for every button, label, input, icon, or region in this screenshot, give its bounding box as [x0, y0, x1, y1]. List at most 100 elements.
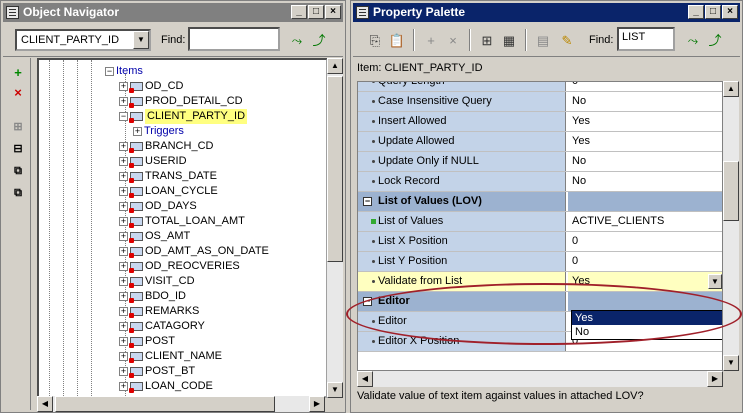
scroll-thumb[interactable]	[327, 76, 343, 262]
property-value[interactable]: 0	[568, 232, 722, 251]
expand-node-icon[interactable]: +	[119, 262, 128, 271]
property-value[interactable]: Yes	[568, 112, 722, 131]
tree-node-item[interactable]: + BRANCH_CD	[119, 139, 213, 154]
tree-node-items[interactable]: − Items	[105, 64, 143, 79]
tree-node-item[interactable]: + CLIENT_NAME	[119, 349, 222, 364]
search-backward-icon[interactable]: ⤴	[705, 31, 725, 51]
expand-node-icon[interactable]: +	[119, 187, 128, 196]
validate-dropdown-list[interactable]: Yes No	[571, 310, 722, 340]
property-row[interactable]: Validate from List Yes ▼	[358, 272, 722, 292]
tree-node-item[interactable]: + USERID	[119, 154, 187, 169]
property-row[interactable]: List Y Position 0	[358, 252, 722, 272]
expand-node-icon[interactable]: +	[119, 352, 128, 361]
create-icon[interactable]: +	[9, 64, 27, 82]
palette-vertical-scrollbar[interactable]: ▲ ▼	[723, 81, 739, 371]
scroll-up-icon[interactable]: ▲	[327, 58, 343, 74]
expand-node-icon[interactable]: +	[119, 367, 128, 376]
tree-node-item[interactable]: + POST_BT	[119, 364, 195, 379]
expand-node-icon[interactable]: +	[119, 337, 128, 346]
expand-node-icon[interactable]: +	[119, 277, 128, 286]
navigator-horizontal-scrollbar[interactable]: ◀ ▶	[37, 396, 325, 412]
paste-properties-icon[interactable]: 📋	[387, 31, 407, 51]
collapse-all-icon[interactable]: ⧉	[9, 184, 27, 202]
property-value[interactable]: Yes	[568, 132, 722, 151]
collapse-node-icon[interactable]: −	[119, 112, 128, 121]
collapse-category-icon[interactable]: −	[363, 297, 372, 306]
property-row[interactable]: Lock Record No	[358, 172, 722, 192]
expand-icon[interactable]: ⊞	[9, 118, 27, 136]
property-row[interactable]: Case Insensitive Query No	[358, 92, 722, 112]
scroll-down-icon[interactable]: ▼	[723, 355, 739, 371]
tree-node-item[interactable]: + TOTAL_LOAN_AMT	[119, 214, 245, 229]
palette-find-input[interactable]: LIST	[617, 27, 675, 51]
property-value[interactable]: No	[568, 152, 722, 171]
collapse-icon[interactable]: ⊟	[9, 140, 27, 158]
tree-node-item[interactable]: + PROD_DETAIL_CD	[119, 94, 243, 109]
close-button[interactable]: ×	[722, 5, 738, 19]
property-value[interactable]: No	[568, 92, 722, 111]
expand-node-icon[interactable]: +	[119, 157, 128, 166]
chevron-down-icon[interactable]: ▼	[708, 274, 722, 289]
tree-node-item[interactable]: − CLIENT_PARTY_ID	[119, 109, 248, 124]
search-forward-icon[interactable]: ⤳	[287, 31, 307, 51]
expand-node-icon[interactable]: +	[119, 307, 128, 316]
expand-node-icon[interactable]: +	[119, 217, 128, 226]
expand-node-icon[interactable]: +	[119, 172, 128, 181]
expand-all-icon[interactable]: ⧉	[9, 162, 27, 180]
palette-horizontal-scrollbar[interactable]: ◀ ▶	[357, 371, 723, 387]
close-button[interactable]: ×	[325, 5, 341, 19]
minimize-button[interactable]: _	[291, 5, 307, 19]
property-row[interactable]: Update Allowed Yes	[358, 132, 722, 152]
tree-node-item[interactable]: + CATAGORY	[119, 319, 205, 334]
search-backward-icon[interactable]: ⤴	[309, 31, 329, 51]
property-row[interactable]: Insert Allowed Yes	[358, 112, 722, 132]
hscroll-thumb[interactable]	[55, 396, 275, 412]
property-value[interactable]	[568, 292, 722, 311]
navigator-find-input[interactable]	[188, 27, 280, 51]
expand-node-icon[interactable]: +	[119, 322, 128, 331]
expand-node-icon[interactable]: +	[119, 247, 128, 256]
maximize-button[interactable]: □	[705, 5, 721, 19]
tree-node-item[interactable]: + OD_CD	[119, 79, 184, 94]
delete-icon[interactable]: ×	[9, 84, 27, 102]
property-value[interactable]: No	[568, 172, 722, 191]
collapse-category-icon[interactable]: −	[363, 197, 372, 206]
object-combo[interactable]: CLIENT_PARTY_ID ▼	[15, 29, 151, 51]
scroll-thumb[interactable]	[723, 161, 739, 221]
property-value[interactable]: 0	[568, 252, 722, 271]
collapse-node-icon[interactable]: −	[105, 67, 114, 76]
property-category[interactable]: − Editor	[358, 292, 722, 312]
navigator-title-bar[interactable]: Object Navigator _ □ ×	[3, 3, 343, 22]
scroll-right-icon[interactable]: ▶	[707, 371, 723, 387]
tree-node-item[interactable]: + OS_AMT	[119, 229, 190, 244]
expand-node-icon[interactable]: +	[119, 97, 128, 106]
scroll-left-icon[interactable]: ◀	[37, 396, 53, 412]
scroll-left-icon[interactable]: ◀	[357, 371, 373, 387]
freeze-icon[interactable]: ▤	[533, 31, 553, 51]
minimize-button[interactable]: _	[688, 5, 704, 19]
property-value[interactable]: Yes ▼	[568, 272, 722, 291]
expand-node-icon[interactable]: +	[119, 382, 128, 391]
property-value[interactable]	[568, 192, 722, 211]
tree-node-triggers[interactable]: + Triggers	[133, 124, 184, 139]
expand-node-icon[interactable]: +	[119, 142, 128, 151]
tree-node-item[interactable]: + OD_DAYS	[119, 199, 197, 214]
dropdown-option-yes[interactable]: Yes	[572, 311, 722, 325]
palette-title-bar[interactable]: Property Palette _ □ ×	[353, 3, 740, 22]
copy-properties-icon[interactable]: ⎘	[365, 31, 385, 51]
property-category[interactable]: − List of Values (LOV)	[358, 192, 722, 212]
tree-node-item[interactable]: + OD_REOCVERIES	[119, 259, 240, 274]
property-row[interactable]: Query Length 0	[358, 82, 722, 92]
scroll-up-icon[interactable]: ▲	[723, 81, 739, 97]
scroll-right-icon[interactable]: ▶	[309, 396, 325, 412]
chevron-down-icon[interactable]: ▼	[133, 31, 149, 49]
property-row[interactable]: List of Values ACTIVE_CLIENTS	[358, 212, 722, 232]
tree-node-item[interactable]: + BDO_ID	[119, 289, 186, 304]
tree-node-item[interactable]: + REMARKS	[119, 304, 199, 319]
expand-node-icon[interactable]: +	[119, 82, 128, 91]
expand-node-icon[interactable]: +	[119, 232, 128, 241]
add-property-icon[interactable]: +	[421, 31, 441, 51]
property-row[interactable]: List X Position 0	[358, 232, 722, 252]
scroll-down-icon[interactable]: ▼	[327, 382, 343, 398]
expand-node-icon[interactable]: +	[119, 292, 128, 301]
